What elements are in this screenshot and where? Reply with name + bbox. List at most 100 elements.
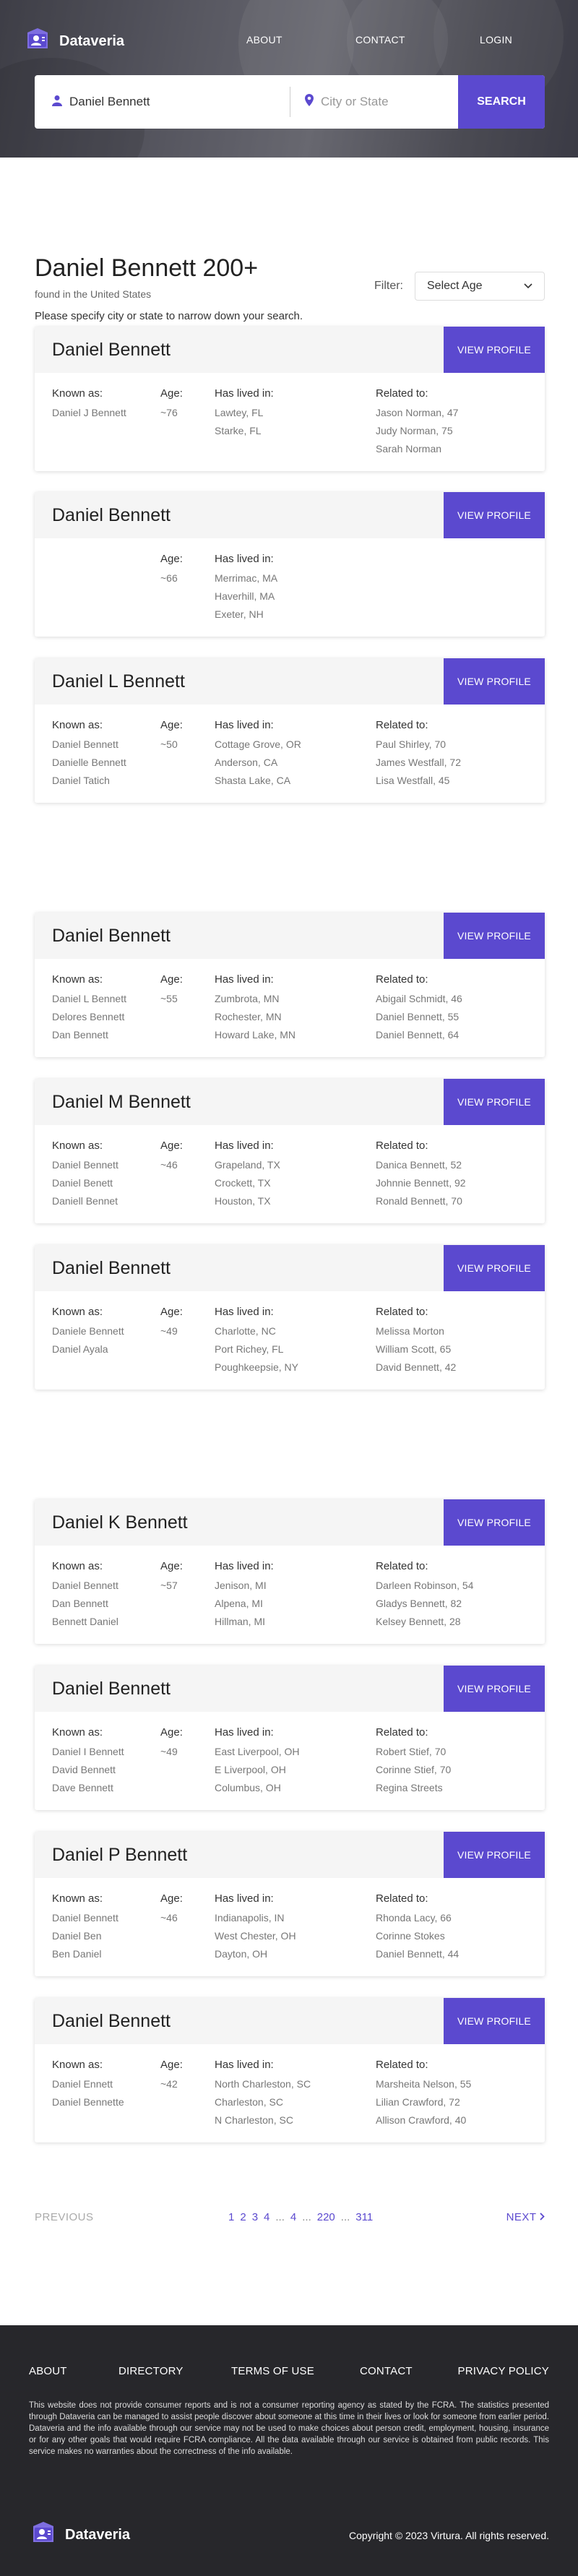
footer-link-privacy[interactable]: PRIVACY POLICY [458,2365,549,2377]
card-header: Daniel K Bennett VIEW PROFILE [35,1499,545,1546]
result-card: Daniel Bennett VIEW PROFILE Known as: Danie… [35,1998,545,2142]
relative: Jason Norman, 47 [376,407,459,418]
card-header: Daniel M Bennett VIEW PROFILE [35,1079,545,1125]
age-value: ~42 [160,2078,178,2090]
view-profile-button[interactable]: VIEW PROFILE [444,913,545,959]
footer-link-contact[interactable]: CONTACT [360,2365,413,2377]
relative: Judy Norman, 75 [376,425,453,436]
known-as-column: Known as: Daniel L Bennett Delores Bennett… [52,973,126,1044]
next-page-link[interactable]: NEXT [506,2211,545,2223]
person-id-icon [29,2519,58,2551]
known-as-column: Known as: Daniel Bennett Danielle Bennett D… [52,719,126,790]
location: Grapeland, TX [215,1159,280,1171]
view-profile-button[interactable]: VIEW PROFILE [444,1079,545,1125]
age-label: Age: [160,1726,183,1739]
name-input[interactable] [69,95,272,109]
nav-login[interactable]: LOGIN [480,34,512,46]
age-select[interactable]: Select Age [415,272,545,301]
page-number-link[interactable]: 1 [228,2211,234,2223]
person-name[interactable]: Daniel Bennett [35,1679,171,1700]
page-number-link[interactable]: 3 [252,2211,258,2223]
relative: Allison Crawford, 40 [376,2114,467,2126]
page-number-link[interactable]: 220 [317,2211,335,2223]
footer-link-about[interactable]: ABOUT [29,2365,67,2377]
alias: Bennett Daniel [52,1616,118,1627]
nav-about[interactable]: ABOUT [246,34,282,46]
related-column: Related to: Marsheita Nelson, 55 Lilian Cr… [376,2059,471,2129]
relative: Gladys Bennett, 82 [376,1598,462,1609]
location: Charlotte, NC [215,1325,276,1337]
location: N Charleston, SC [215,2114,293,2126]
view-profile-button[interactable]: VIEW PROFILE [444,1245,545,1291]
age-column: Age: ~57 [160,1560,183,1595]
known-as-label: Known as: [52,719,103,731]
search-button[interactable]: SEARCH [458,75,545,129]
view-profile-button[interactable]: VIEW PROFILE [444,1832,545,1878]
relative: Johnnie Bennett, 92 [376,1177,466,1189]
age-label: Age: [160,387,183,400]
alias: Dan Bennett [52,1029,108,1041]
nav-contact[interactable]: CONTACT [355,34,405,46]
card-body: Known as: Daniel L Bennett Delores Bennett… [35,959,545,1057]
footer-link-directory[interactable]: DIRECTORY [118,2365,184,2377]
age-label: Age: [160,2059,183,2071]
alias: Daniel Ennett [52,2078,113,2090]
person-name[interactable]: Daniel Bennett [35,340,171,361]
related-label: Related to: [376,1726,428,1739]
view-profile-button[interactable]: VIEW PROFILE [444,1499,545,1546]
location-input[interactable] [321,95,444,109]
related-label: Related to: [376,1306,428,1318]
previous-page-link[interactable]: PREVIOUS [35,2211,94,2223]
age-value: ~46 [160,1159,178,1171]
person-name[interactable]: Daniel K Bennett [35,1512,188,1533]
alias: Daniele Bennett [52,1325,124,1337]
age-column: Age: ~46 [160,1140,183,1174]
page-number-link[interactable]: 4 [290,2211,296,2223]
known-as-column: Known as: Daniel Bennett Daniel Benett Dani… [52,1140,118,1210]
card-body: Known as: Daniele Bennett Daniel Ayala Age:… [35,1291,545,1390]
person-name[interactable]: Daniel Bennett [35,2011,171,2032]
lived-label: Has lived in: [215,1892,274,1905]
location: Howard Lake, MN [215,1029,296,1041]
view-profile-button[interactable]: VIEW PROFILE [444,658,545,705]
footer-disclaimer: This website does not provide consumer r… [29,2401,549,2456]
view-profile-button[interactable]: VIEW PROFILE [444,1666,545,1712]
age-filter: Filter: Select Age [374,272,545,301]
map-pin-icon [305,94,314,110]
known-as-column: Known as: Daniel J Bennett [52,387,126,422]
person-name[interactable]: Daniel Bennett [35,505,171,526]
person-name[interactable]: Daniel P Bennett [35,1845,187,1866]
related-column: Related to: Abigail Schmidt, 46 Daniel Ben… [376,973,462,1044]
age-label: Age: [160,719,183,731]
age-value: ~49 [160,1325,178,1337]
age-column: Age: ~49 [160,1306,183,1340]
known-as-label: Known as: [52,387,103,400]
page-number-link[interactable]: 2 [240,2211,246,2223]
person-name[interactable]: Daniel M Bennett [35,1092,191,1113]
age-label: Age: [160,1560,183,1572]
known-as-column: Known as: Daniele Bennett Daniel Ayala [52,1306,124,1358]
age-column: Age: ~66 [160,553,183,587]
page-number-link[interactable]: 311 [355,2211,373,2223]
person-name[interactable]: Daniel L Bennett [35,671,185,692]
view-profile-button[interactable]: VIEW PROFILE [444,1998,545,2044]
page-number-link[interactable]: 4 [264,2211,269,2223]
relative: Rhonda Lacy, 66 [376,1912,452,1924]
footer-link-terms[interactable]: TERMS OF USE [231,2365,314,2377]
pagination: PREVIOUS 1 2 3 4... 4... 220... 311 NEXT [35,2211,545,2228]
age-label: Age: [160,973,183,986]
known-as-label: Known as: [52,2059,103,2071]
page-ellipsis: ... [302,2211,311,2223]
logo[interactable]: Dataveria [23,25,124,58]
alias: Danielle Bennett [52,757,126,768]
view-profile-button[interactable]: VIEW PROFILE [444,327,545,373]
lived-column: Has lived in: Zumbrota, MN Rochester, MN Ho… [215,973,296,1044]
view-profile-button[interactable]: VIEW PROFILE [444,492,545,538]
person-name[interactable]: Daniel Bennett [35,926,171,947]
footer-logo[interactable]: Dataveria [29,2519,130,2551]
person-name[interactable]: Daniel Bennett [35,1258,171,1279]
footer: ABOUT DIRECTORY TERMS OF USE CONTACT PRI… [0,2325,578,2576]
related-label: Related to: [376,1140,428,1152]
location-field [290,75,458,129]
hero-banner: Dataveria ABOUT CONTACT LOGIN SEARCH [0,0,578,158]
